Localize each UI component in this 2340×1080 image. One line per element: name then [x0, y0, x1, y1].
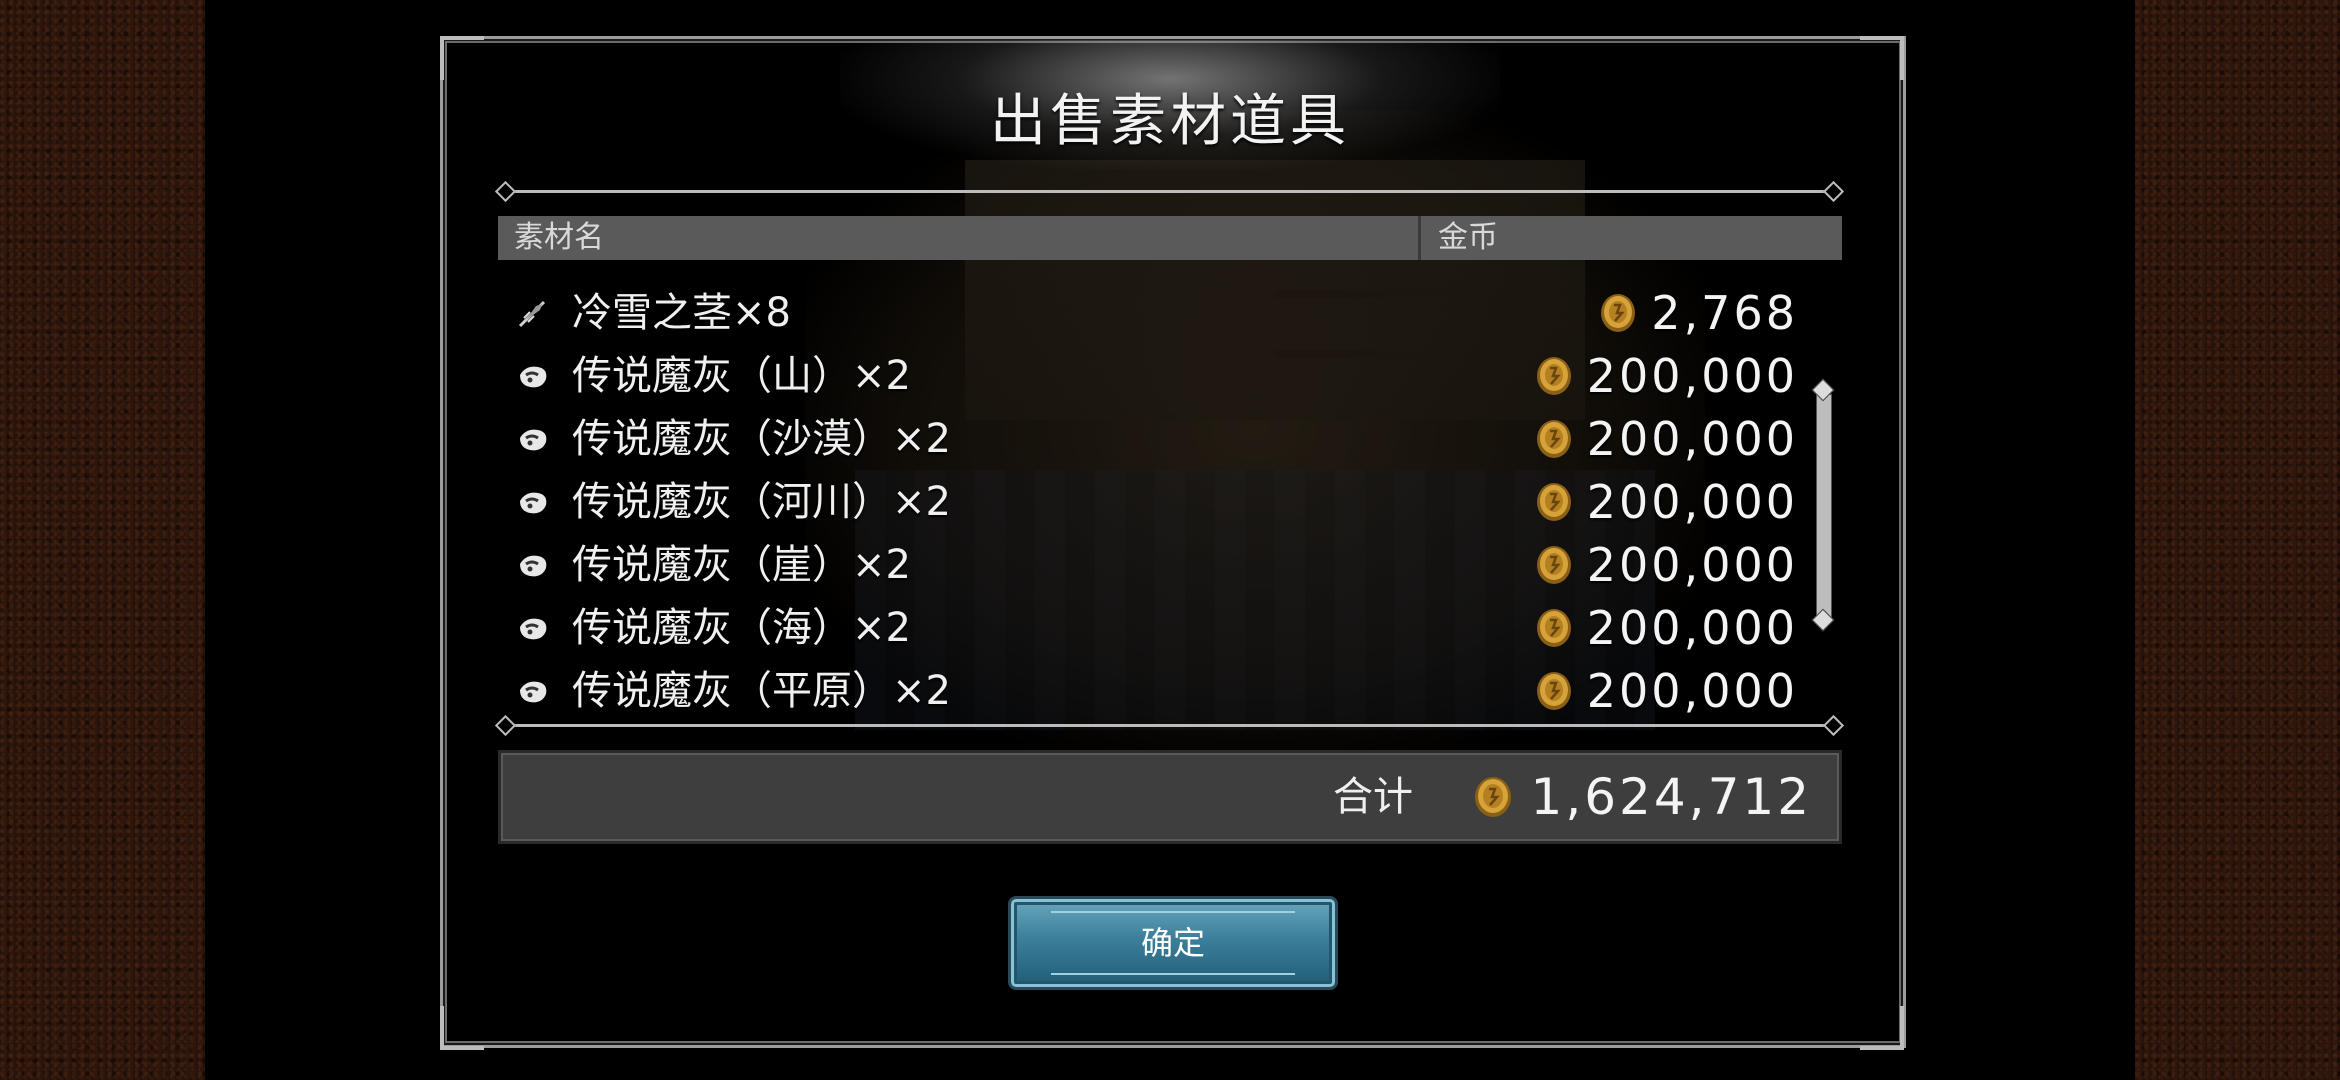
item-name: 传说魔灰（平原）×2 — [572, 668, 951, 714]
list-item[interactable]: 传说魔灰（崖）×2 200,000 — [498, 534, 1798, 596]
divider — [508, 724, 1832, 727]
gold-coin-icon — [1536, 483, 1571, 521]
gold-coin-icon — [1536, 609, 1571, 647]
ash-icon — [520, 366, 547, 388]
total-label: 合计 — [1333, 774, 1413, 820]
wood-panel-left — [0, 0, 205, 1080]
gold-coin-icon — [1601, 294, 1636, 332]
divider — [508, 190, 1832, 193]
total-panel: 合计 1,624,712 — [498, 750, 1842, 844]
list-item[interactable]: 传说魔灰（沙漠）×2 200,000 — [498, 408, 1798, 470]
item-name: 冷雪之茎×8 — [572, 290, 791, 336]
item-price: 200,000 — [1586, 664, 1798, 718]
confirm-label: 确定 — [1140, 924, 1205, 962]
gold-coin-icon — [1536, 672, 1571, 710]
list-item[interactable]: 传说魔灰（山）×2 200,000 — [498, 345, 1798, 407]
confirm-button[interactable]: 确定 — [1008, 896, 1338, 990]
item-name: 传说魔灰（山）×2 — [572, 353, 911, 399]
gold-coin-icon — [1475, 777, 1511, 817]
wood-panel-right — [2135, 0, 2340, 1080]
item-price: 200,000 — [1586, 349, 1798, 403]
frame-corner — [1860, 36, 1904, 80]
list-item[interactable]: 冷雪之茎×8 2,768 — [498, 282, 1798, 344]
frame-corner — [1860, 1006, 1904, 1050]
item-name: 传说魔灰（沙漠）×2 — [572, 416, 951, 462]
list-item[interactable]: 传说魔灰（平原）×2 200,000 — [498, 660, 1798, 722]
scrollbar[interactable] — [1811, 378, 1835, 632]
item-price: 200,000 — [1586, 538, 1798, 592]
feather-icon — [518, 300, 546, 328]
gold-coin-icon — [1536, 546, 1571, 584]
dialog-title: 出售素材道具 — [990, 89, 1350, 154]
scroll-thumb[interactable] — [1816, 394, 1832, 618]
total-value: 1,624,712 — [1530, 768, 1812, 826]
list-header: 素材名 金币 — [498, 216, 1842, 260]
item-name: 传说魔灰（海）×2 — [572, 605, 911, 651]
game-screen: 出售素材道具 素材名 金币 冷雪之茎×8 2,768 传说魔灰（山）×2 200,00… — [0, 0, 2340, 1080]
item-price: 200,000 — [1586, 475, 1798, 529]
ash-icon — [520, 681, 547, 703]
item-price: 200,000 — [1586, 412, 1798, 466]
gold-coin-icon — [1536, 420, 1571, 458]
item-price: 2,768 — [1651, 286, 1798, 340]
header-gold: 金币 — [1438, 220, 1498, 255]
ash-icon — [520, 555, 547, 577]
item-name: 传说魔灰（崖）×2 — [572, 542, 911, 588]
ash-icon — [520, 492, 547, 514]
gold-coin-icon — [1536, 357, 1571, 395]
item-name: 传说魔灰（河川）×2 — [572, 479, 951, 525]
list-item[interactable]: 传说魔灰（河川）×2 200,000 — [498, 471, 1798, 533]
ash-icon — [520, 618, 547, 640]
frame-corner — [440, 36, 484, 80]
header-material-name: 素材名 — [514, 220, 604, 255]
list-item[interactable]: 传说魔灰（海）×2 200,000 — [498, 597, 1798, 659]
ash-icon — [520, 429, 547, 451]
item-price: 200,000 — [1586, 601, 1798, 655]
frame-corner — [440, 1006, 484, 1050]
